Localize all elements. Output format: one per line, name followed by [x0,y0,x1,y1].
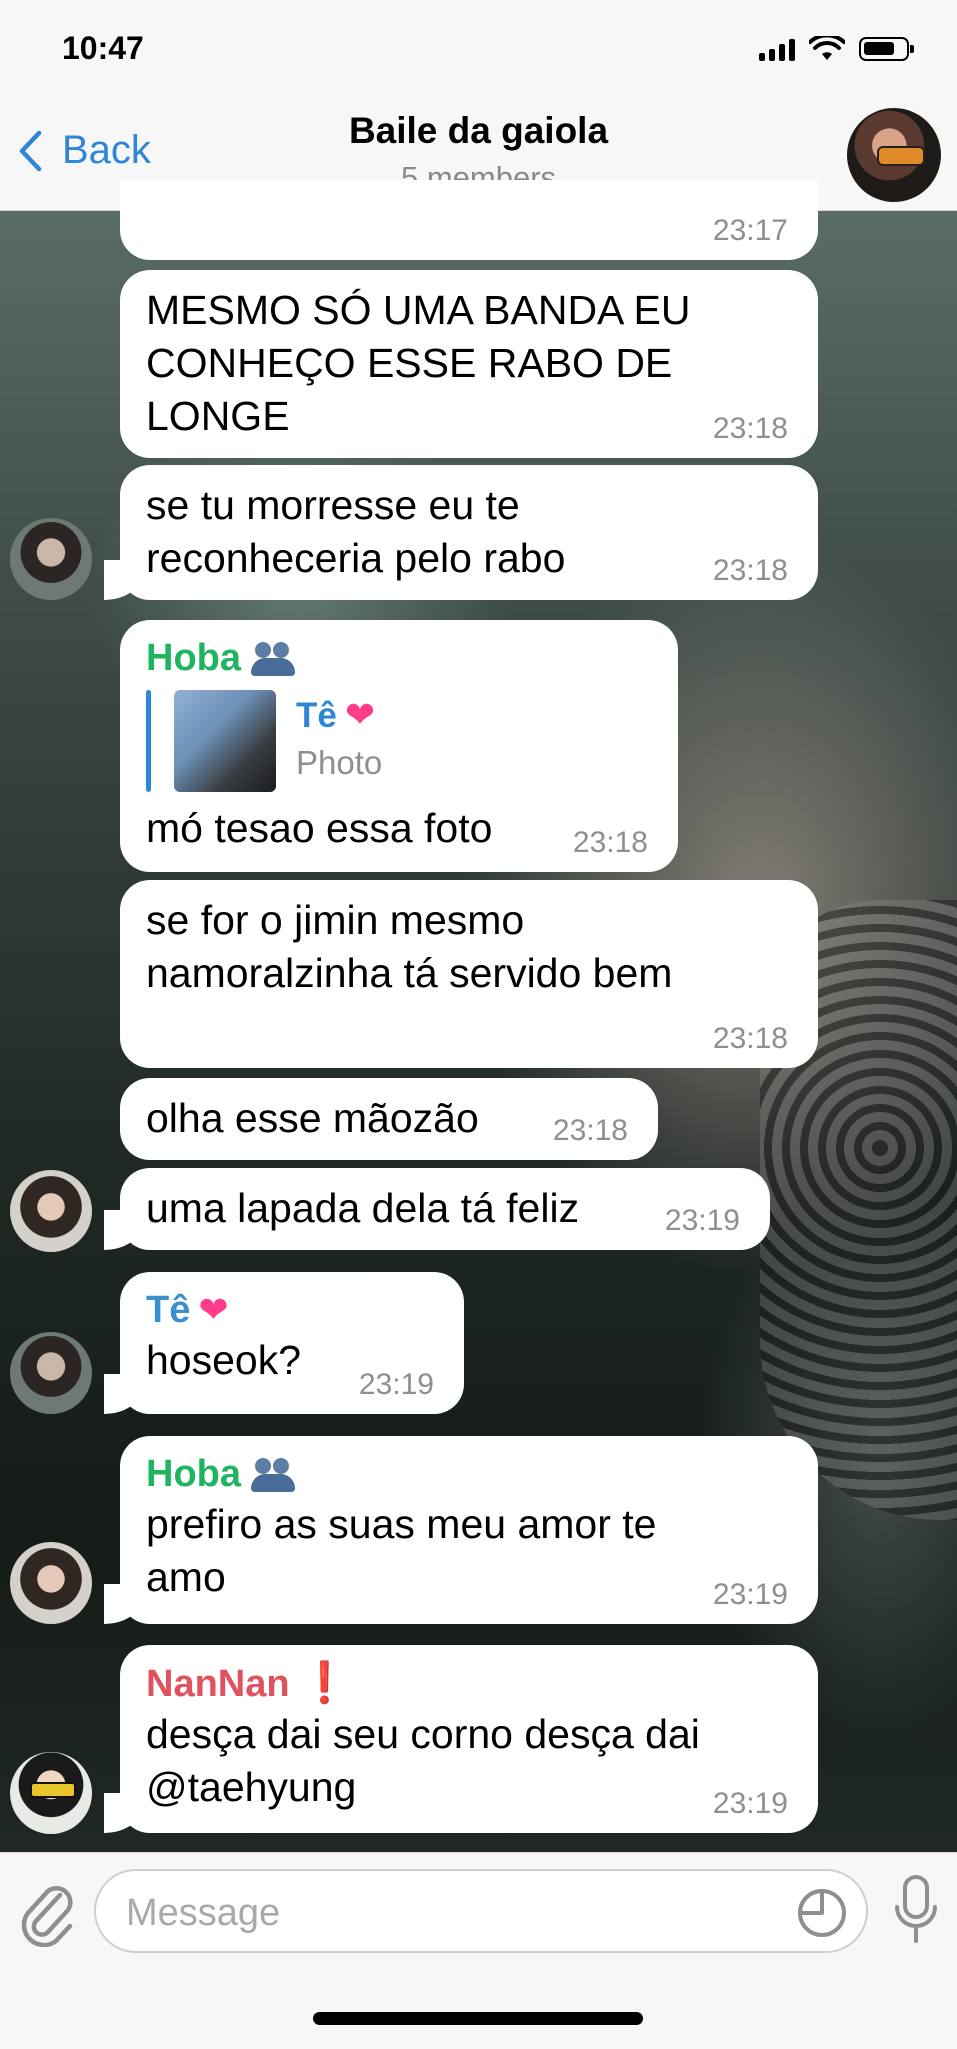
bubble-tail [104,1793,144,1833]
photo-thumbnail [174,690,276,792]
message-bubble[interactable]: olha esse mãozão 23:18 [120,1078,658,1160]
message-time: 23:18 [552,1114,628,1147]
bubble-tail [104,1374,144,1414]
people-emoji-icon [251,640,295,676]
message-text: prefiro as suas meu amor te amo [146,1501,668,1600]
avatar[interactable] [10,1542,92,1624]
people-emoji-icon [251,1456,295,1492]
message-text: MESMO SÓ UMA BANDA EU CONHEÇO ESSE RABO … [146,287,702,439]
heart-emoji-icon: ❤ [344,694,376,735]
message-text: desça dai seu corno desça dai @taehyung [146,1711,712,1810]
message-bubble[interactable]: MESMO SÓ UMA BANDA EU CONHEÇO ESSE RABO … [120,270,818,458]
sender-name: Hoba [146,1450,794,1498]
message-bubble[interactable]: uma lapada dela tá feliz 23:19 [104,1168,770,1250]
cellular-signal-icon [759,37,795,61]
message-time: 23:17 [712,214,788,247]
battery-icon [859,37,914,61]
message-time: 23:19 [712,1578,788,1611]
message-time: 23:19 [712,1787,788,1820]
microphone-icon[interactable] [893,1875,939,1945]
heart-emoji-icon: ❤ [198,1289,229,1330]
message-bubble[interactable]: 23:17 [120,180,818,260]
message-time: 23:19 [358,1368,434,1401]
avatar[interactable] [10,1170,92,1252]
group-avatar[interactable] [847,108,941,202]
chat-title[interactable]: Baile da gaiola [0,110,957,152]
sender-name: NanNan ❗ [146,1661,350,1705]
message-time: 23:18 [712,554,788,587]
wifi-icon [809,36,845,60]
message-text: se tu morresse eu te reconheceria pelo r… [146,482,566,581]
paperclip-icon[interactable] [20,1881,76,1947]
status-icons [759,36,914,62]
message-bubble[interactable]: Tê ❤ hoseok? 23:19 [104,1272,464,1414]
message-text: uma lapada dela tá feliz [146,1185,580,1231]
home-indicator[interactable] [313,2012,643,2025]
message-input[interactable] [124,1885,768,1941]
message-time: 23:19 [664,1204,740,1237]
message-field[interactable] [94,1869,868,1953]
message-bubble[interactable]: Hoba Tê ❤ Photo mó tesao essa foto 23:18 [120,620,678,872]
message-text: se for o jimin mesmo namoralzinha tá ser… [146,897,673,996]
avatar[interactable] [10,1332,92,1414]
exclamation-emoji-icon: ❗ [299,1661,350,1705]
message-bubble[interactable]: Hoba prefiro as suas meu amor te amo 23:… [104,1436,818,1624]
reply-preview[interactable]: Tê ❤ Photo [146,690,654,792]
avatar[interactable] [10,518,92,600]
bubble-tail [104,560,144,600]
avatar[interactable] [10,1752,92,1834]
message-time: 23:18 [712,412,788,445]
message-bubble[interactable]: se for o jimin mesmo namoralzinha tá ser… [120,880,818,1068]
message-time: 23:18 [572,826,648,859]
message-bubble[interactable]: NanNan ❗ desça dai seu corno desça dai @t… [104,1645,818,1833]
message-time: 23:18 [712,1022,788,1055]
message-bubble[interactable]: se tu morresse eu te reconheceria pelo r… [104,465,818,600]
reply-sender: Tê ❤ [296,694,376,735]
status-bar: 10:47 [0,0,957,100]
reply-type: Photo [296,744,383,781]
sender-name: Hoba [146,634,654,682]
bubble-tail [104,1210,144,1250]
sender-name: Tê ❤ [146,1286,440,1334]
sticker-icon[interactable] [796,1887,848,1939]
status-time: 10:47 [62,30,144,66]
bubble-tail [104,1584,144,1624]
